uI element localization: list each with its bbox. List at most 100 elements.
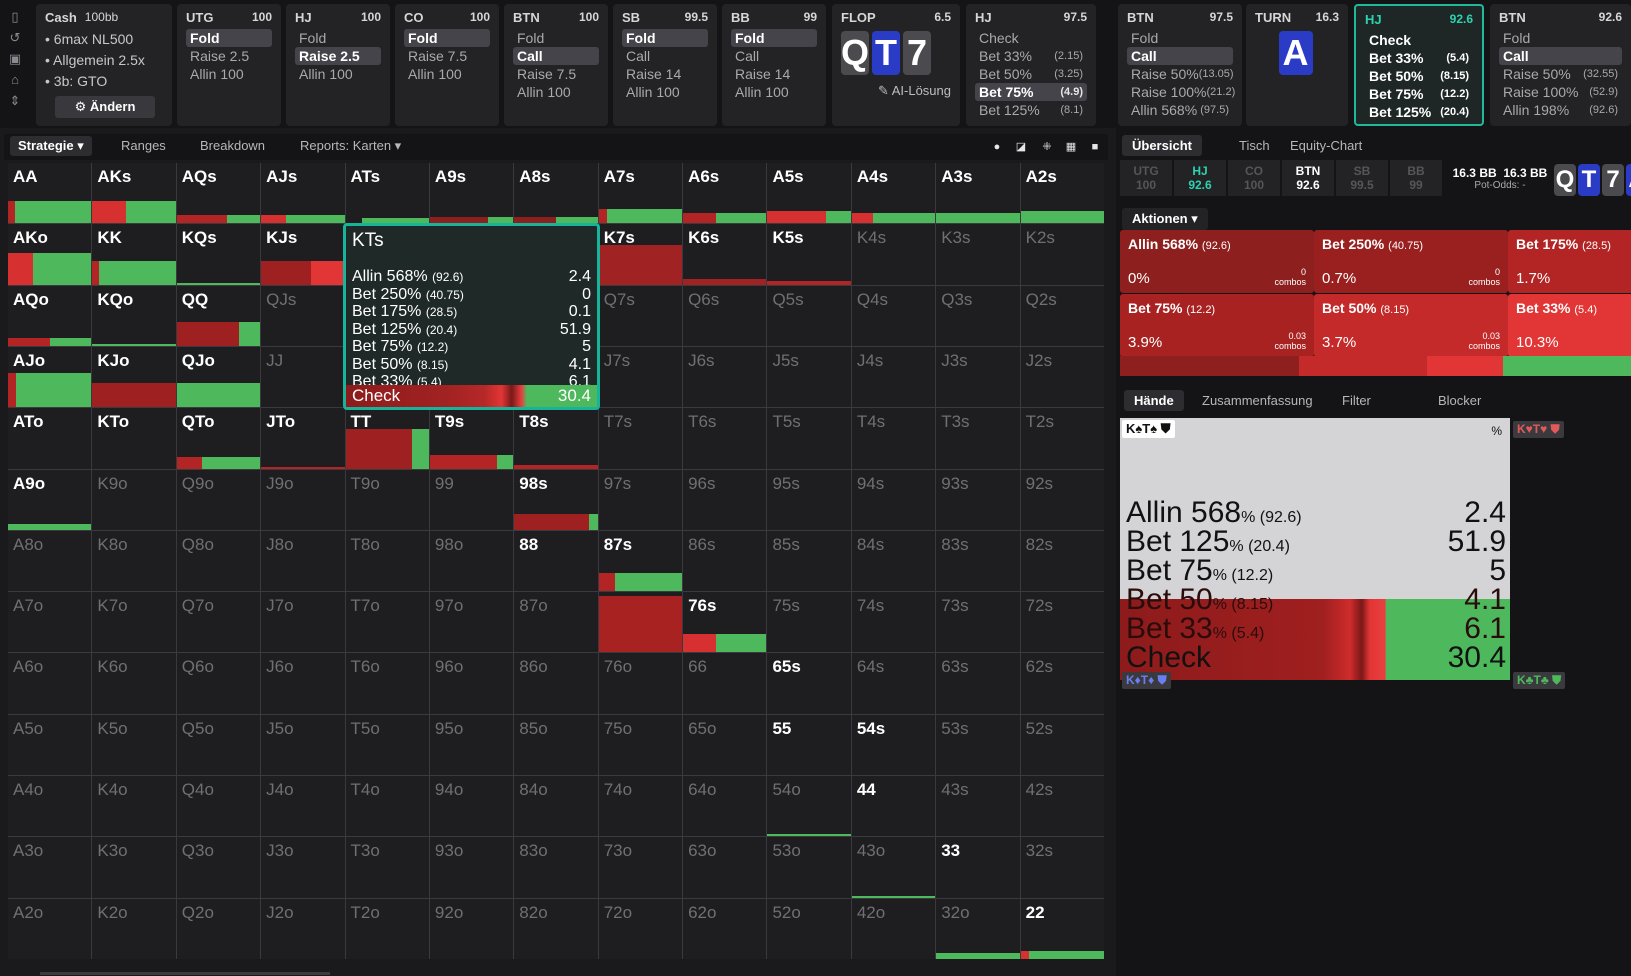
action-option[interactable]: Call (731, 47, 817, 65)
hand-cell[interactable]: K4s (851, 224, 936, 285)
hand-cell[interactable]: T8o (345, 530, 429, 592)
action-option[interactable]: Bet 50% (8.15) (1365, 67, 1473, 85)
hand-cell[interactable]: 92o (429, 898, 514, 959)
hand-cell[interactable]: J8o (261, 530, 345, 592)
actions-dropdown[interactable]: Aktionen ▾ (1122, 208, 1208, 230)
action-option[interactable]: Raise 2.5 (186, 47, 272, 65)
action-option[interactable]: Raise 14 (731, 65, 817, 83)
hand-cell[interactable]: 76o (598, 653, 683, 714)
hand-combo-hearts[interactable]: K♥T♥ ⛊ (1513, 421, 1564, 438)
hand-cell[interactable]: K7s (598, 224, 683, 285)
hand-cell[interactable]: K5o (92, 714, 176, 776)
hand-cell[interactable]: 63s (936, 653, 1020, 714)
action-option[interactable]: Fold (404, 29, 490, 47)
hand-cell[interactable]: 98o (429, 530, 514, 592)
action-option[interactable]: Fold (513, 29, 599, 47)
hand-tab[interactable]: Hände (1124, 390, 1184, 411)
hand-cell[interactable]: Q4s (851, 285, 936, 346)
hand-cell[interactable]: QTo (176, 408, 261, 469)
action-option[interactable]: Fold (1127, 29, 1233, 47)
hand-cell[interactable]: 83s (936, 530, 1020, 592)
hand-cell[interactable]: A5s (767, 163, 851, 224)
tab-strategie[interactable]: Strategie ▾ (10, 136, 92, 156)
hand-tab[interactable]: Zusammenfassung (1202, 393, 1313, 408)
hand-cell[interactable]: K2o (92, 898, 176, 959)
action-option[interactable]: Fold (1499, 29, 1622, 47)
hand-cell[interactable]: Q4o (176, 776, 261, 837)
action-option[interactable]: Bet 33% (5.4) (1365, 49, 1473, 67)
hand-cell[interactable]: 94s (851, 469, 936, 530)
bookmark-icon[interactable]: ▯ (6, 8, 24, 26)
hand-cell[interactable]: 96o (429, 653, 514, 714)
hand-cell[interactable]: T8s (514, 408, 598, 469)
hand-cell[interactable]: Q2s (1020, 285, 1104, 346)
change-settings-button[interactable]: ⚙ Ändern (55, 96, 155, 118)
hand-cell[interactable]: T9o (345, 469, 429, 530)
hand-cell[interactable]: A2s (1020, 163, 1104, 224)
tab-breakdown[interactable]: Breakdown (200, 138, 265, 153)
hand-cell[interactable]: 66 (683, 653, 767, 714)
action-option[interactable]: Fold (295, 29, 381, 47)
view-full-icon[interactable]: ■ (1086, 138, 1104, 156)
hand-cell[interactable]: K5s (767, 224, 851, 285)
view-grid-icon[interactable]: ▦ (1062, 138, 1080, 156)
action-option[interactable]: Allin 100 (513, 83, 599, 101)
hand-cell[interactable]: 52o (767, 898, 851, 959)
action-option[interactable]: Raise 100% (21.2) (1127, 83, 1235, 101)
hand-cell[interactable]: J2s (1020, 346, 1104, 408)
hand-cell[interactable]: 87o (514, 592, 598, 653)
action-option[interactable]: Fold (186, 29, 272, 47)
hand-cell[interactable]: K6s (683, 224, 767, 285)
hand-cell[interactable]: 93o (429, 837, 514, 898)
action-option[interactable]: Raise 14 (622, 65, 708, 83)
hand-cell[interactable]: T7s (598, 408, 683, 469)
hand-cell[interactable]: J7o (261, 592, 345, 653)
hand-combo-diamonds[interactable]: K♦T♦ ⛊ (1122, 672, 1171, 689)
hand-cell[interactable]: T5o (345, 714, 429, 776)
hand-cell[interactable]: T4o (345, 776, 429, 837)
hand-cell[interactable]: Q3o (176, 837, 261, 898)
action-option[interactable]: Raise 50% (32.55) (1499, 65, 1622, 83)
hand-cell[interactable]: T4s (851, 408, 936, 469)
hand-cell[interactable]: A7s (598, 163, 683, 224)
hand-cell[interactable]: J5s (767, 346, 851, 408)
action-option[interactable]: Raise 7.5 (404, 47, 490, 65)
action-button[interactable]: Bet 33% (5.4) 10.3% (1508, 294, 1631, 357)
hand-cell[interactable]: 55 (767, 714, 851, 776)
action-option[interactable]: Call (513, 47, 599, 65)
hand-cell[interactable]: 94o (429, 776, 514, 837)
table-icon[interactable]: ⌂ (6, 71, 24, 89)
hand-cell[interactable]: 95o (429, 714, 514, 776)
hand-cell[interactable]: 84s (851, 530, 936, 592)
hand-cell[interactable]: AQo (8, 285, 92, 346)
action-option[interactable]: Check (975, 29, 1087, 47)
action-button[interactable]: Bet 50% (8.15) 3.7% 0.03 combos (1314, 294, 1508, 357)
hand-cell[interactable]: J6s (683, 346, 767, 408)
hand-cell[interactable]: A4o (8, 776, 92, 837)
hand-cell[interactable]: A3o (8, 837, 92, 898)
hand-cell[interactable]: KJo (92, 346, 176, 408)
position-chip[interactable]: SB 99.5 (1336, 160, 1388, 196)
tab-equity-chart[interactable]: Equity-Chart (1290, 138, 1362, 153)
hand-cell[interactable]: 62o (683, 898, 767, 959)
hand-cell[interactable]: AKs (92, 163, 176, 224)
tab-ranges[interactable]: Ranges (121, 138, 166, 153)
hand-cell[interactable]: A4s (851, 163, 936, 224)
hand-cell[interactable]: A8s (514, 163, 598, 224)
hand-cell[interactable]: 72s (1020, 592, 1104, 653)
position-chip[interactable]: BB 99 (1390, 160, 1442, 196)
hand-cell[interactable]: 73s (936, 592, 1020, 653)
action-option[interactable]: Allin 198% (92.6) (1499, 101, 1622, 119)
hand-cell[interactable]: 99 (429, 469, 514, 530)
hand-cell[interactable]: A7o (8, 592, 92, 653)
hand-cell[interactable]: K8o (92, 530, 176, 592)
hand-cell[interactable]: ATs (345, 163, 429, 224)
hand-tab[interactable]: Blocker (1438, 393, 1481, 408)
action-option[interactable]: Check (1365, 31, 1473, 49)
hand-cell[interactable]: 84o (514, 776, 598, 837)
position-chip[interactable]: HJ 92.6 (1174, 160, 1226, 196)
hand-cell[interactable]: 72o (598, 898, 683, 959)
hand-cell[interactable]: A5o (8, 714, 92, 776)
hand-cell[interactable]: J5o (261, 714, 345, 776)
hand-cell[interactable]: 32o (936, 898, 1020, 959)
